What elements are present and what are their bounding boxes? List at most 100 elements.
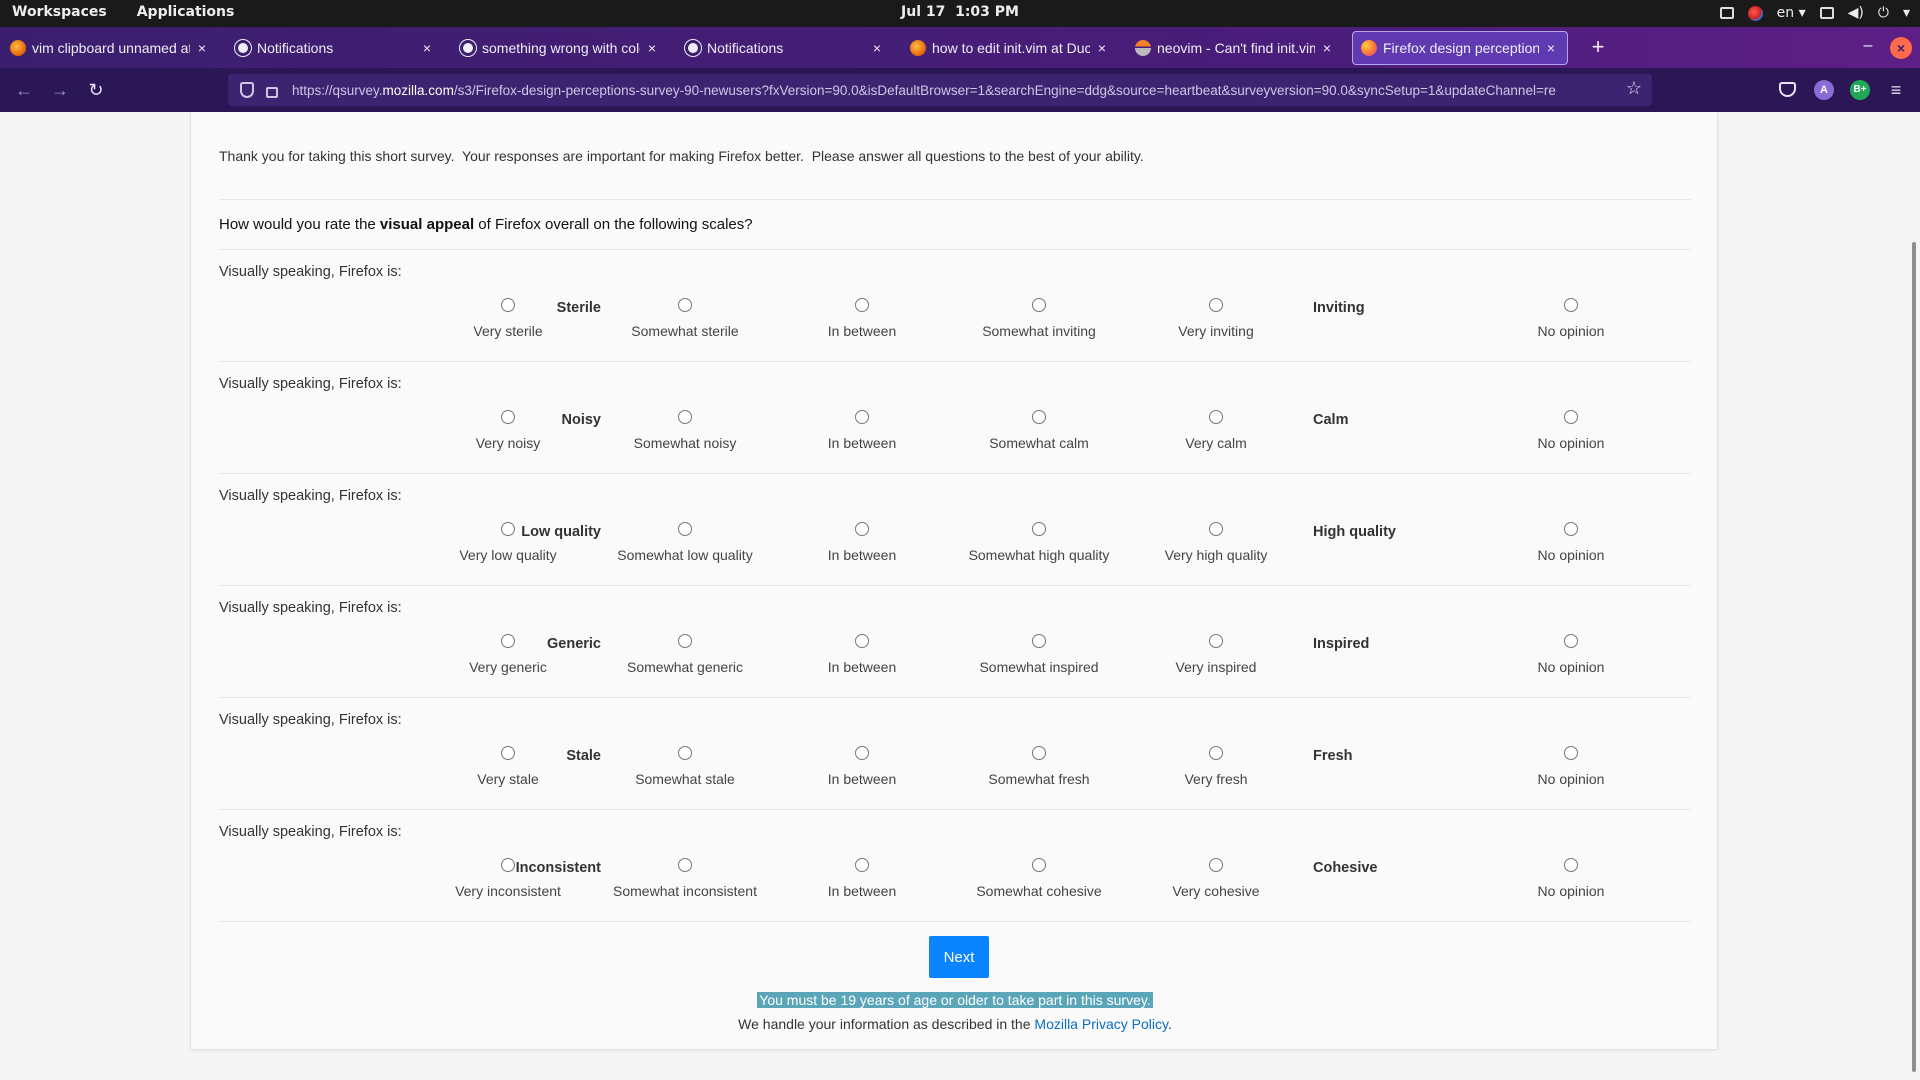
rating-option[interactable]: In between bbox=[762, 298, 962, 339]
rating-option[interactable]: Very sterile bbox=[408, 298, 608, 339]
power-icon[interactable]: ⏻ bbox=[1878, 4, 1889, 22]
rating-option[interactable]: Very low quality bbox=[408, 522, 608, 563]
radio-button[interactable] bbox=[1209, 522, 1223, 536]
rating-option[interactable]: Somewhat high quality bbox=[939, 522, 1139, 563]
radio-button[interactable] bbox=[1564, 522, 1578, 536]
rating-option[interactable]: Very cohesive bbox=[1116, 858, 1316, 899]
radio-button[interactable] bbox=[678, 298, 692, 312]
url-text[interactable]: https://qsurvey.mozilla.com/s3/Firefox-d… bbox=[292, 83, 1632, 98]
no-opinion-option[interactable]: No opinion bbox=[1471, 298, 1671, 339]
tab-close-icon[interactable]: × bbox=[869, 40, 885, 56]
radio-button[interactable] bbox=[1564, 410, 1578, 424]
display-icon[interactable] bbox=[1719, 7, 1734, 19]
rating-option[interactable]: Very calm bbox=[1116, 410, 1316, 451]
rating-option[interactable]: Very fresh bbox=[1116, 746, 1316, 787]
radio-button[interactable] bbox=[855, 634, 869, 648]
rating-option[interactable]: Somewhat calm bbox=[939, 410, 1139, 451]
rating-option[interactable]: Very noisy bbox=[408, 410, 608, 451]
new-tab-button[interactable]: + bbox=[1586, 35, 1610, 59]
rating-option[interactable]: Somewhat fresh bbox=[939, 746, 1139, 787]
radio-button[interactable] bbox=[678, 746, 692, 760]
browser-tab[interactable]: Firefox design perceptions survey× bbox=[1352, 31, 1568, 65]
rating-option[interactable]: In between bbox=[762, 410, 962, 451]
volume-icon[interactable]: ◀) bbox=[1848, 4, 1864, 22]
system-menu-chevron-icon[interactable]: ▾ bbox=[1903, 4, 1910, 22]
rating-option[interactable]: Somewhat cohesive bbox=[939, 858, 1139, 899]
radio-button[interactable] bbox=[855, 410, 869, 424]
hamburger-menu-icon[interactable]: ≡ bbox=[1886, 80, 1906, 100]
radio-button[interactable] bbox=[855, 522, 869, 536]
privacy-policy-link[interactable]: Mozilla Privacy Policy bbox=[1034, 1016, 1168, 1032]
radio-button[interactable] bbox=[1209, 298, 1223, 312]
rating-option[interactable]: In between bbox=[762, 858, 962, 899]
no-opinion-option[interactable]: No opinion bbox=[1471, 746, 1671, 787]
tab-close-icon[interactable]: × bbox=[1094, 40, 1110, 56]
radio-button[interactable] bbox=[678, 410, 692, 424]
radio-button[interactable] bbox=[1209, 634, 1223, 648]
back-button[interactable]: ← bbox=[12, 78, 36, 102]
radio-button[interactable] bbox=[1564, 858, 1578, 872]
radio-button[interactable] bbox=[501, 298, 515, 312]
rating-option[interactable]: Somewhat inconsistent bbox=[585, 858, 785, 899]
rating-option[interactable]: Somewhat stale bbox=[585, 746, 785, 787]
radio-button[interactable] bbox=[501, 522, 515, 536]
browser-tab[interactable]: Notifications × bbox=[677, 31, 893, 65]
radio-button[interactable] bbox=[855, 298, 869, 312]
radio-button[interactable] bbox=[501, 746, 515, 760]
radio-button[interactable] bbox=[1032, 858, 1046, 872]
rating-option[interactable]: Somewhat inspired bbox=[939, 634, 1139, 675]
language-indicator[interactable]: en ▾ bbox=[1777, 4, 1806, 22]
rating-option[interactable]: Very inviting bbox=[1116, 298, 1316, 339]
next-button[interactable]: Next bbox=[929, 936, 989, 978]
rating-option[interactable]: Very inspired bbox=[1116, 634, 1316, 675]
rating-option[interactable]: Somewhat noisy bbox=[585, 410, 785, 451]
tab-close-icon[interactable]: × bbox=[419, 40, 435, 56]
tab-close-icon[interactable]: × bbox=[1319, 40, 1335, 56]
scrollbar-thumb[interactable] bbox=[1912, 242, 1916, 1072]
keyboard-icon[interactable] bbox=[1819, 7, 1834, 19]
lock-icon[interactable] bbox=[266, 86, 278, 98]
radio-button[interactable] bbox=[678, 634, 692, 648]
rating-option[interactable]: Somewhat low quality bbox=[585, 522, 785, 563]
close-window-button[interactable]: × bbox=[1890, 37, 1912, 59]
radio-button[interactable] bbox=[1564, 298, 1578, 312]
radio-button[interactable] bbox=[855, 858, 869, 872]
radio-button[interactable] bbox=[1564, 746, 1578, 760]
radio-button[interactable] bbox=[1564, 634, 1578, 648]
rating-option[interactable]: Very high quality bbox=[1116, 522, 1316, 563]
workspaces-menu[interactable]: Workspaces bbox=[12, 4, 107, 20]
radio-button[interactable] bbox=[1032, 634, 1046, 648]
radio-button[interactable] bbox=[1032, 298, 1046, 312]
no-opinion-option[interactable]: No opinion bbox=[1471, 522, 1671, 563]
no-opinion-option[interactable]: No opinion bbox=[1471, 410, 1671, 451]
radio-button[interactable] bbox=[1209, 858, 1223, 872]
rating-option[interactable]: In between bbox=[762, 634, 962, 675]
radio-button[interactable] bbox=[501, 634, 515, 648]
rating-option[interactable]: Very inconsistent bbox=[408, 858, 608, 899]
bookmark-star-icon[interactable]: ☆ bbox=[1626, 78, 1642, 99]
radio-button[interactable] bbox=[1209, 746, 1223, 760]
rating-option[interactable]: Somewhat sterile bbox=[585, 298, 785, 339]
radio-button[interactable] bbox=[855, 746, 869, 760]
clock[interactable]: Jul 17 1:03 PM bbox=[901, 4, 1019, 20]
extension-icon[interactable]: B+ bbox=[1850, 80, 1870, 100]
tracking-protection-icon[interactable] bbox=[240, 82, 254, 98]
radio-button[interactable] bbox=[678, 522, 692, 536]
forward-button[interactable]: → bbox=[48, 78, 72, 102]
minimize-button[interactable]: – bbox=[1856, 35, 1880, 59]
radio-button[interactable] bbox=[678, 858, 692, 872]
browser-tab[interactable]: how to edit init.vim at DuckDuckGo× bbox=[902, 31, 1118, 65]
rating-option[interactable]: In between bbox=[762, 522, 962, 563]
rating-option[interactable]: Very stale bbox=[408, 746, 608, 787]
browser-tab[interactable]: Notifications × bbox=[227, 31, 443, 65]
radio-button[interactable] bbox=[1032, 746, 1046, 760]
tab-close-icon[interactable]: × bbox=[644, 40, 660, 56]
rating-option[interactable]: Somewhat inviting bbox=[939, 298, 1139, 339]
url-bar[interactable]: https://qsurvey.mozilla.com/s3/Firefox-d… bbox=[228, 74, 1652, 106]
chrome-icon[interactable] bbox=[1747, 5, 1763, 21]
radio-button[interactable] bbox=[501, 410, 515, 424]
rating-option[interactable]: In between bbox=[762, 746, 962, 787]
account-avatar[interactable]: A bbox=[1814, 80, 1834, 100]
browser-tab[interactable]: something wrong with colorscheme× bbox=[452, 31, 668, 65]
no-opinion-option[interactable]: No opinion bbox=[1471, 858, 1671, 899]
